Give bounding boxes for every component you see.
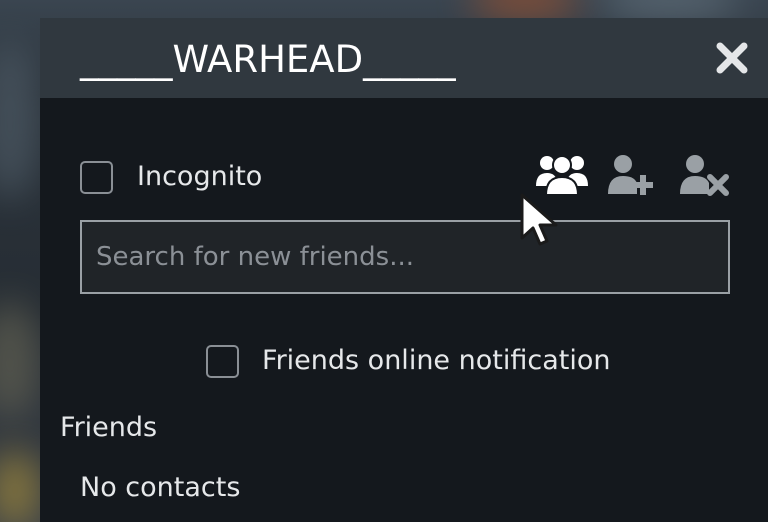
add-friend-icon [608, 155, 653, 195]
window-title: _____WARHEAD_____ [80, 38, 456, 81]
friends-panel: _____WARHEAD_____ Incognito Search for n… [40, 18, 768, 522]
add-friend-button[interactable] [606, 152, 658, 196]
friend-search-input[interactable] [80, 220, 730, 294]
online-notification-label: Friends online notification [262, 345, 611, 376]
remove-friend-icon [680, 155, 729, 196]
remove-friend-button[interactable] [678, 152, 730, 196]
online-notification-checkbox[interactable] [206, 345, 239, 378]
close-button[interactable] [714, 40, 750, 76]
friends-group-icon [536, 155, 588, 196]
incognito-checkbox[interactable] [80, 161, 113, 194]
title-bar: _____WARHEAD_____ [40, 18, 768, 98]
empty-contacts-text: No contacts [80, 472, 241, 503]
close-icon [716, 42, 748, 74]
friends-heading: Friends [60, 412, 158, 443]
incognito-label: Incognito [137, 161, 263, 192]
friends-list-button[interactable] [536, 152, 588, 196]
